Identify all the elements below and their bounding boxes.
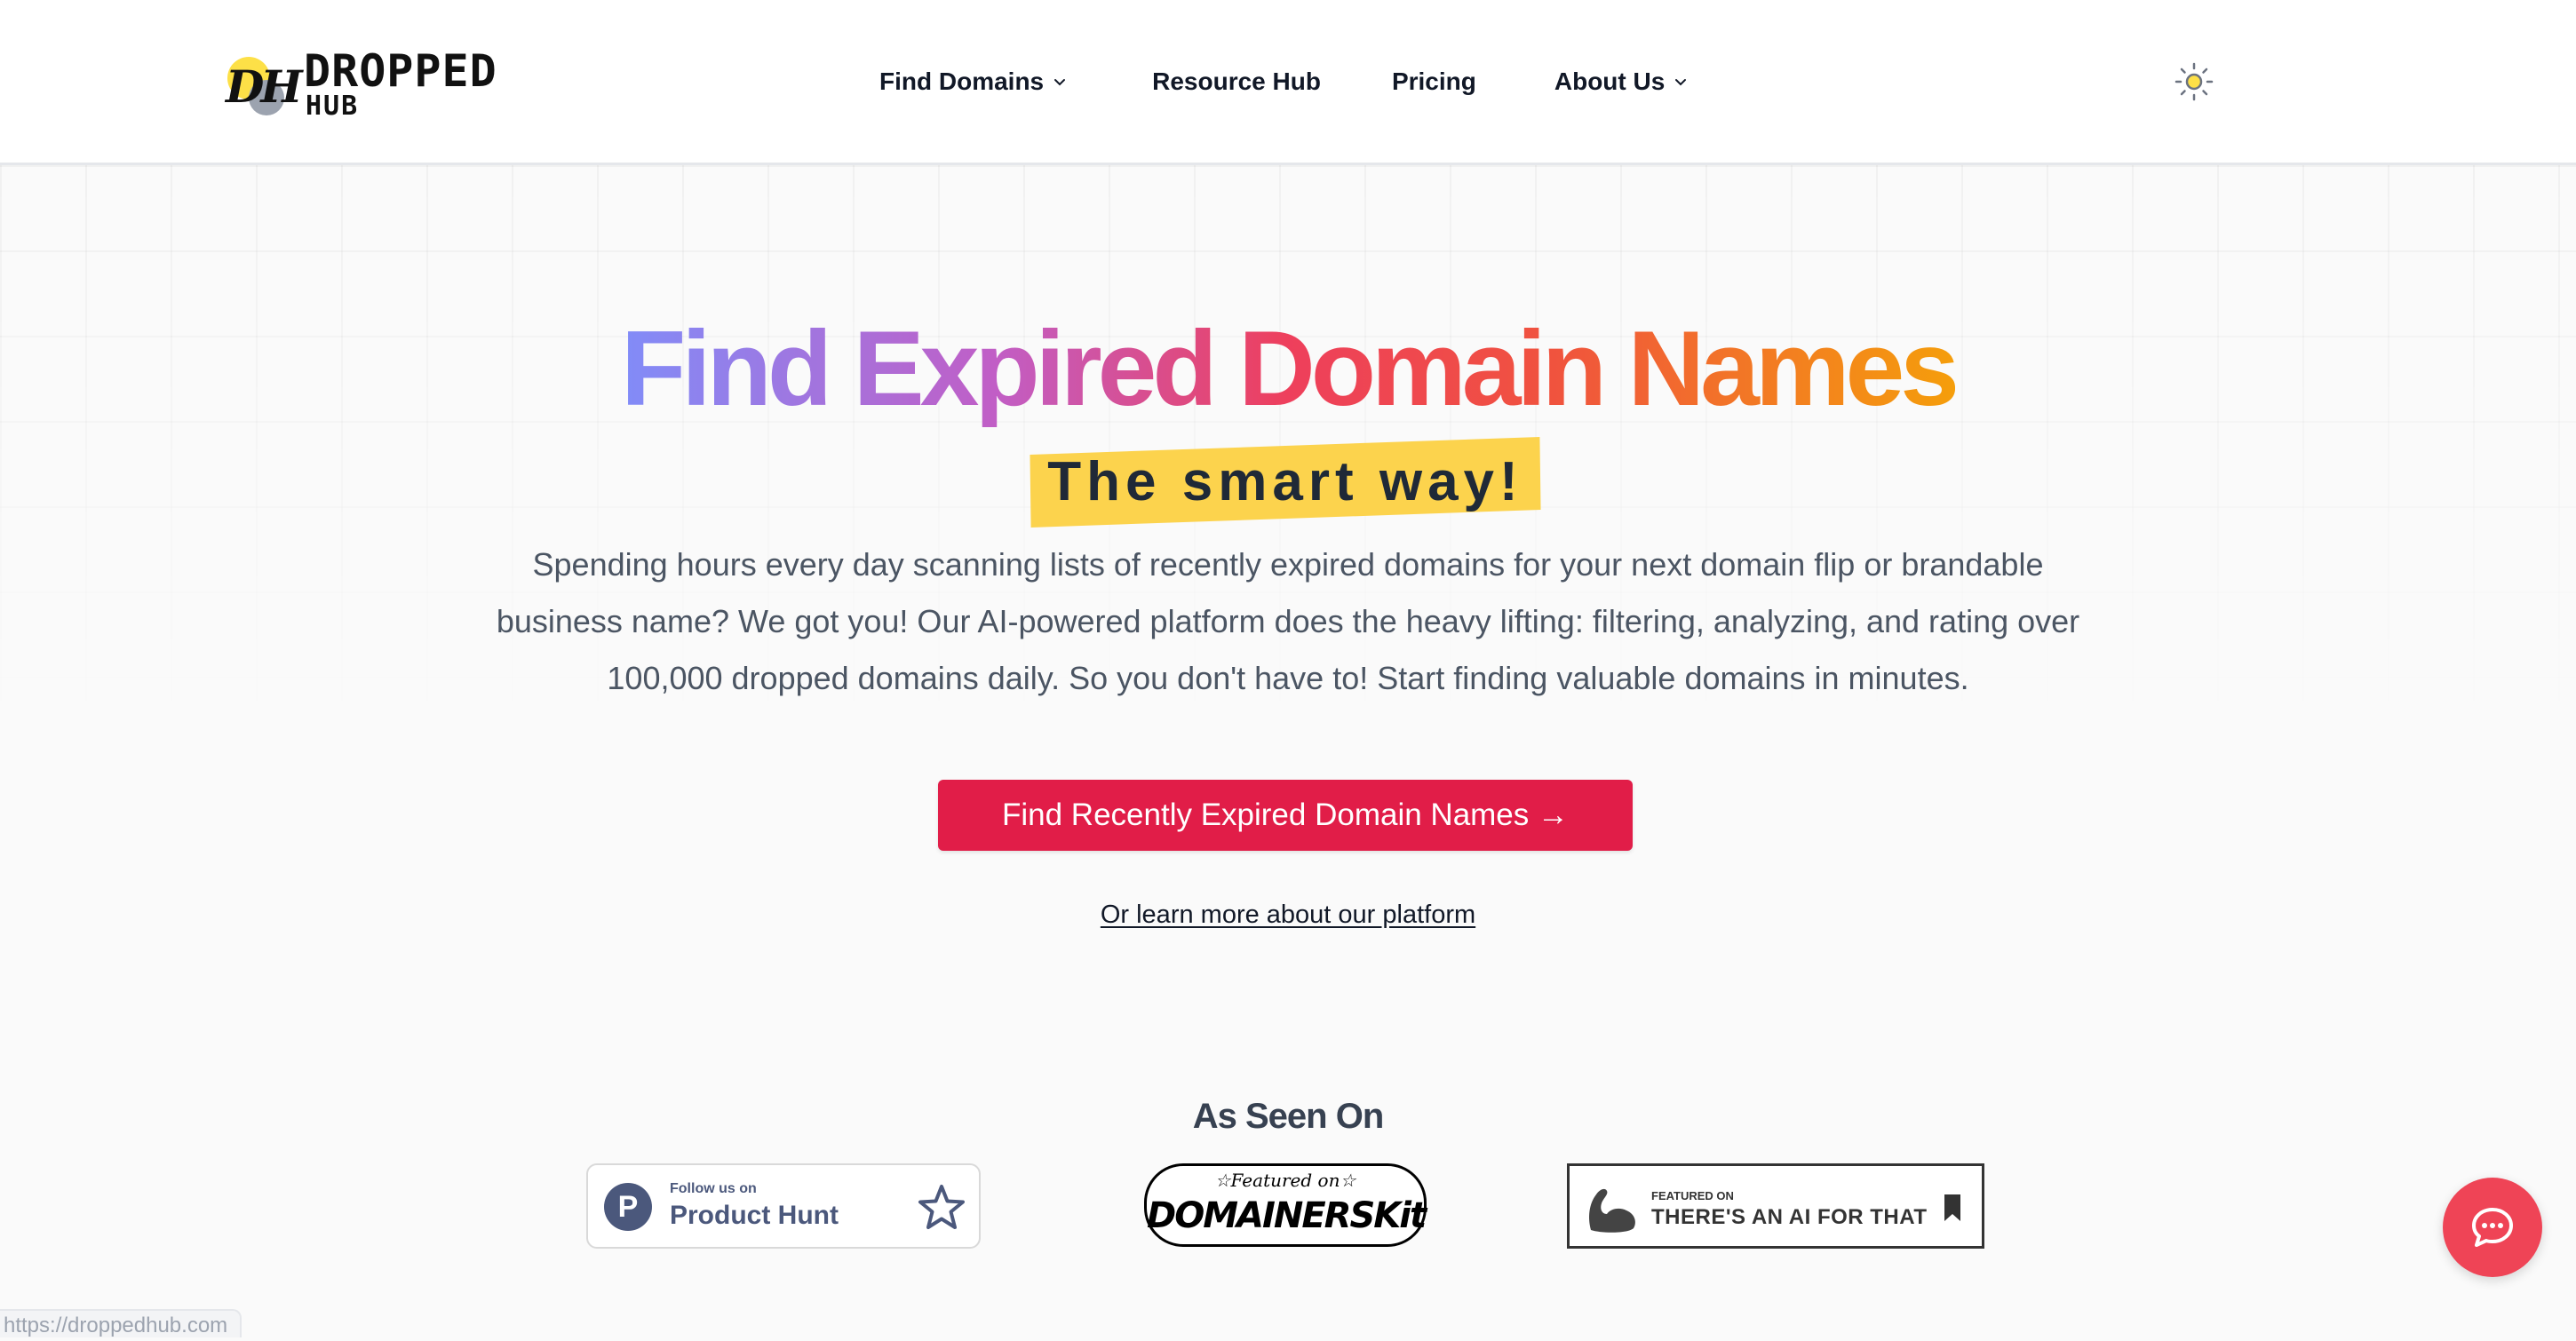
chat-widget-button[interactable]	[2443, 1178, 2542, 1277]
hero-tagline: The smart way!	[1030, 436, 1541, 528]
hero-tagline-text: The smart way!	[1047, 451, 1523, 512]
product-hunt-small-text: Follow us on	[670, 1181, 757, 1196]
logo-mark: DH	[222, 50, 303, 121]
chat-bubble-icon	[2472, 1208, 2513, 1247]
nav-find-domains-label: Find Domains	[879, 67, 1045, 95]
hero-title-text: Find Expired Domain Names	[620, 309, 1960, 428]
domainerskit-badge[interactable]: ☆Featured on☆ DOMAINERSKit	[1144, 1163, 1427, 1247]
main-nav: Find Domains Resource Hub Pricing About …	[879, 64, 1688, 99]
bookmark-icon	[1944, 1194, 1960, 1221]
aiforthat-small-text: FEATURED ON	[1651, 1189, 1734, 1202]
nav-resource-hub[interactable]: Resource Hub	[1152, 67, 1321, 96]
theme-toggle-button[interactable]	[2173, 60, 2215, 103]
product-hunt-logo: P	[604, 1183, 652, 1231]
logo-monogram: DH	[226, 60, 303, 113]
nav-find-domains[interactable]: Find Domains	[879, 67, 1067, 96]
theres-an-ai-for-that-badge[interactable]: FEATURED ON THERE'S AN AI FOR THAT	[1567, 1163, 1984, 1249]
nav-resource-hub-label: Resource Hub	[1152, 67, 1321, 95]
hero-description: Spending hours every day scanning lists …	[496, 546, 2080, 696]
chevron-down-icon	[1054, 79, 1066, 86]
status-bar-url: https://droppedhub.com	[0, 1309, 242, 1337]
product-hunt-big-text: Product Hunt	[670, 1201, 839, 1230]
product-hunt-badge[interactable]: P Follow us on Product Hunt	[586, 1163, 981, 1249]
nav-pricing-label: Pricing	[1391, 67, 1476, 95]
site-header: DH DROPPED HUB Find Domains Resource Hub…	[0, 0, 2576, 165]
flexed-arm-icon	[1589, 1188, 1635, 1233]
domainerskit-big-text: DOMAINERSKit	[1147, 1195, 1427, 1236]
find-domains-cta-button[interactable]: Find Recently Expired Domain Names →	[938, 780, 1633, 851]
as-seen-on-title: As Seen On	[1192, 1097, 1385, 1136]
nav-pricing[interactable]: Pricing	[1392, 67, 1476, 96]
logo-name-line1: DROPPED	[304, 45, 497, 97]
site-logo[interactable]: DH DROPPED HUB	[222, 46, 542, 126]
logo-name-line2: HUB	[306, 91, 360, 122]
learn-more-container: Or learn more about our platform	[0, 897, 2576, 932]
nav-about-us[interactable]: About Us	[1554, 67, 1688, 96]
aiforthat-big-text: THERE'S AN AI FOR THAT	[1651, 1205, 1928, 1229]
learn-more-link[interactable]: Or learn more about our platform	[1101, 901, 1475, 929]
hero-title: Find Expired Domain Names	[0, 302, 2576, 435]
nav-about-us-label: About Us	[1554, 67, 1666, 95]
star-icon	[918, 1185, 965, 1229]
sun-icon	[2174, 62, 2214, 101]
domainerskit-small-text: ☆Featured on☆	[1214, 1170, 1356, 1191]
chevron-down-icon	[1675, 79, 1687, 86]
